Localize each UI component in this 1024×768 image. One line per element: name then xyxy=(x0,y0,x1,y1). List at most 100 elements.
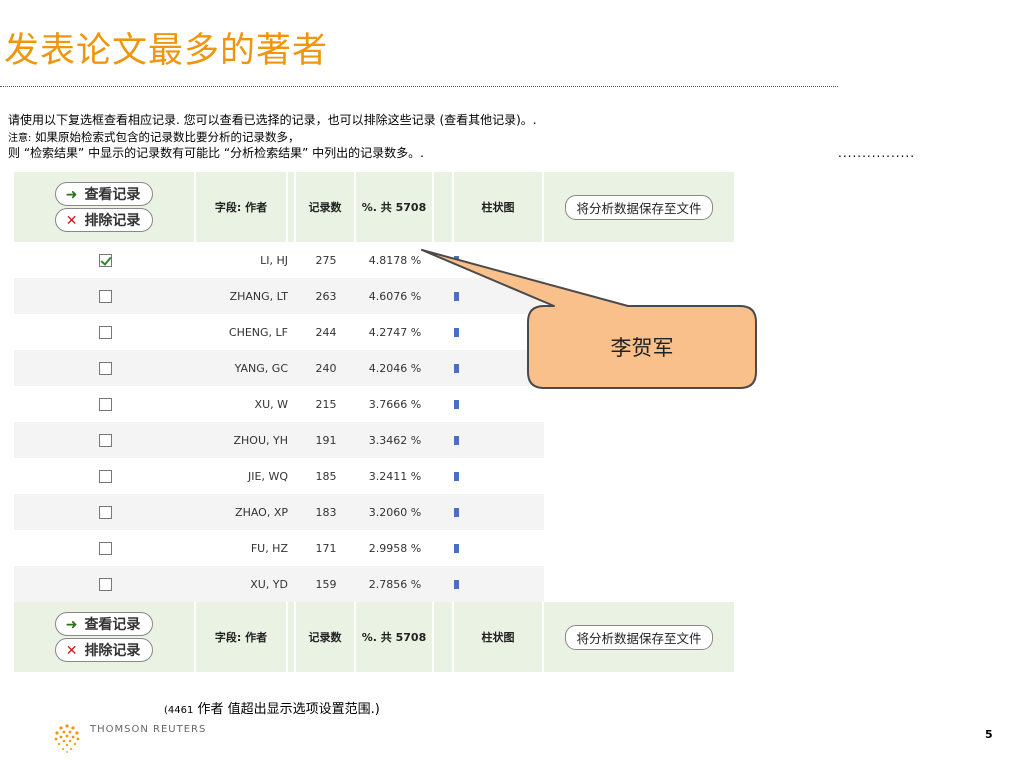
table-header-row: ➜ 查看记录 ✕ 排除记录 字段: 作者 记录数 %. 共 5708 柱状图 将… xyxy=(14,172,736,242)
header-save-cell: 将分析数据保存至文件 xyxy=(544,172,736,242)
save-analysis-button[interactable]: 将分析数据保存至文件 xyxy=(565,624,713,650)
row-checkbox[interactable] xyxy=(98,253,112,267)
row-checkbox[interactable] xyxy=(98,469,112,483)
record-percent: 2.7856 % xyxy=(356,566,434,602)
page-title: 发表论文最多的著者 xyxy=(4,31,329,71)
author-name: ZHAO, XP xyxy=(196,494,288,530)
footer-save-cell: 将分析数据保存至文件 xyxy=(544,602,736,672)
header-count: 记录数 xyxy=(296,172,356,242)
record-count: 244 xyxy=(315,325,337,339)
record-count: 215 xyxy=(315,397,337,411)
table-row: FU, HZ 171 2.9958 % xyxy=(14,530,736,566)
author-name: JIE, WQ xyxy=(248,469,288,483)
bar-cell xyxy=(454,494,544,530)
footer-button-cell: ➜ 查看记录 ✕ 排除记录 xyxy=(14,602,196,672)
row-checkbox[interactable] xyxy=(98,325,112,339)
row-checkbox[interactable] xyxy=(98,289,112,303)
header-percent: %. 共 5708 xyxy=(356,172,434,242)
bar-cell xyxy=(454,242,544,278)
bar-icon xyxy=(454,364,459,373)
checkbox-cell xyxy=(14,530,196,566)
header-bar: 柱状图 xyxy=(454,172,544,242)
exclude-records-button[interactable]: ✕ 排除记录 xyxy=(54,638,154,662)
bar-icon xyxy=(454,256,459,265)
bar-icon xyxy=(454,292,459,301)
arrow-right-icon: ➜ xyxy=(65,617,78,633)
record-count: 159 xyxy=(296,566,356,602)
table-row: XU, W 215 3.7666 % xyxy=(14,386,736,422)
page-number: 5 xyxy=(985,728,993,741)
save-analysis-button[interactable]: 将分析数据保存至文件 xyxy=(565,194,713,220)
row-checkbox[interactable] xyxy=(98,505,112,519)
footer-count: 记录数 xyxy=(296,602,356,672)
header-button-cell: ➜ 查看记录 ✕ 排除记录 xyxy=(14,172,196,242)
record-percent: 3.7666 % xyxy=(368,397,422,411)
bar-icon xyxy=(454,544,459,553)
exclude-records-label: 排除记录 xyxy=(84,643,141,659)
bar-icon xyxy=(454,400,459,409)
checkbox-cell xyxy=(14,458,196,494)
header-field: 字段: 作者 xyxy=(196,172,288,242)
row-checkbox[interactable] xyxy=(98,361,112,375)
x-icon: ✕ xyxy=(65,213,78,229)
checkbox-cell xyxy=(14,242,196,278)
checkbox-cell xyxy=(14,494,196,530)
record-percent: 4.6076 % xyxy=(356,278,434,314)
record-percent: 3.2060 % xyxy=(356,494,434,530)
bar-icon xyxy=(454,328,459,337)
table-row: ZHOU, YH 191 3.3462 % xyxy=(14,422,736,458)
table-row: LI, HJ 275 4.8178 % xyxy=(14,242,736,278)
bar-icon xyxy=(454,508,459,517)
bar-cell xyxy=(454,566,544,602)
view-records-button[interactable]: ➜ 查看记录 xyxy=(54,182,154,206)
row-checkbox[interactable] xyxy=(98,397,112,411)
title-divider xyxy=(0,86,838,87)
footnote-text: 作者 值超出显示选项设置范围.) xyxy=(197,702,380,717)
footnote: (4461 作者 值超出显示选项设置范围.) xyxy=(164,698,380,717)
footer-percent: %. 共 5708 xyxy=(356,602,434,672)
view-records-label: 查看记录 xyxy=(84,187,141,203)
bar-cell xyxy=(454,422,544,458)
checkbox-cell xyxy=(14,350,196,386)
record-count: 171 xyxy=(315,541,337,555)
record-count: 263 xyxy=(296,278,356,314)
bar-cell xyxy=(454,530,544,566)
author-name: XU, W xyxy=(254,397,288,411)
exclude-records-label: 排除记录 xyxy=(84,213,141,229)
x-icon: ✕ xyxy=(65,643,78,659)
checkbox-cell xyxy=(14,278,196,314)
record-percent: 4.8178 % xyxy=(368,253,422,267)
author-name: FU, HZ xyxy=(250,541,288,555)
thomson-reuters-logo-text: THOMSON REUTERS xyxy=(90,724,207,735)
author-name: YANG, GC xyxy=(196,350,288,386)
record-percent: 2.9958 % xyxy=(368,541,422,555)
table-footer-row: ➜ 查看记录 ✕ 排除记录 字段: 作者 记录数 %. 共 5708 柱状图 将… xyxy=(14,602,736,672)
row-checkbox[interactable] xyxy=(98,433,112,447)
results-table: ➜ 查看记录 ✕ 排除记录 字段: 作者 记录数 %. 共 5708 柱状图 将… xyxy=(14,172,736,672)
view-records-label: 查看记录 xyxy=(84,617,141,633)
record-count: 275 xyxy=(315,253,337,267)
table-row: ZHAO, XP 183 3.2060 % xyxy=(14,494,736,530)
record-count: 191 xyxy=(296,422,356,458)
row-checkbox[interactable] xyxy=(98,577,112,591)
arrow-right-icon: ➜ xyxy=(65,187,78,203)
author-name: ZHANG, LT xyxy=(196,278,288,314)
footer-bar: 柱状图 xyxy=(454,602,544,672)
bar-cell xyxy=(454,458,544,494)
row-checkbox[interactable] xyxy=(98,541,112,555)
note-text: 如果原始检索式包含的记录数比要分析的记录数多， xyxy=(35,130,300,144)
record-percent: 3.2411 % xyxy=(368,469,422,483)
exclude-records-button[interactable]: ✕ 排除记录 xyxy=(54,208,154,232)
checkbox-cell xyxy=(14,566,196,602)
table-row: JIE, WQ 185 3.2411 % xyxy=(14,458,736,494)
instruction-line-3: 则 “检索结果” 中显示的记录数有可能比 “分析检索结果” 中列出的记录数多。. xyxy=(8,146,424,160)
view-records-button[interactable]: ➜ 查看记录 xyxy=(54,612,154,636)
author-name: CHENG, LF xyxy=(228,325,288,339)
checkbox-cell xyxy=(14,314,196,350)
record-percent: 4.2747 % xyxy=(368,325,422,339)
record-count: 185 xyxy=(315,469,337,483)
author-name: ZHOU, YH xyxy=(196,422,288,458)
author-name: XU, YD xyxy=(196,566,288,602)
bar-icon xyxy=(454,472,459,481)
checkbox-cell xyxy=(14,422,196,458)
